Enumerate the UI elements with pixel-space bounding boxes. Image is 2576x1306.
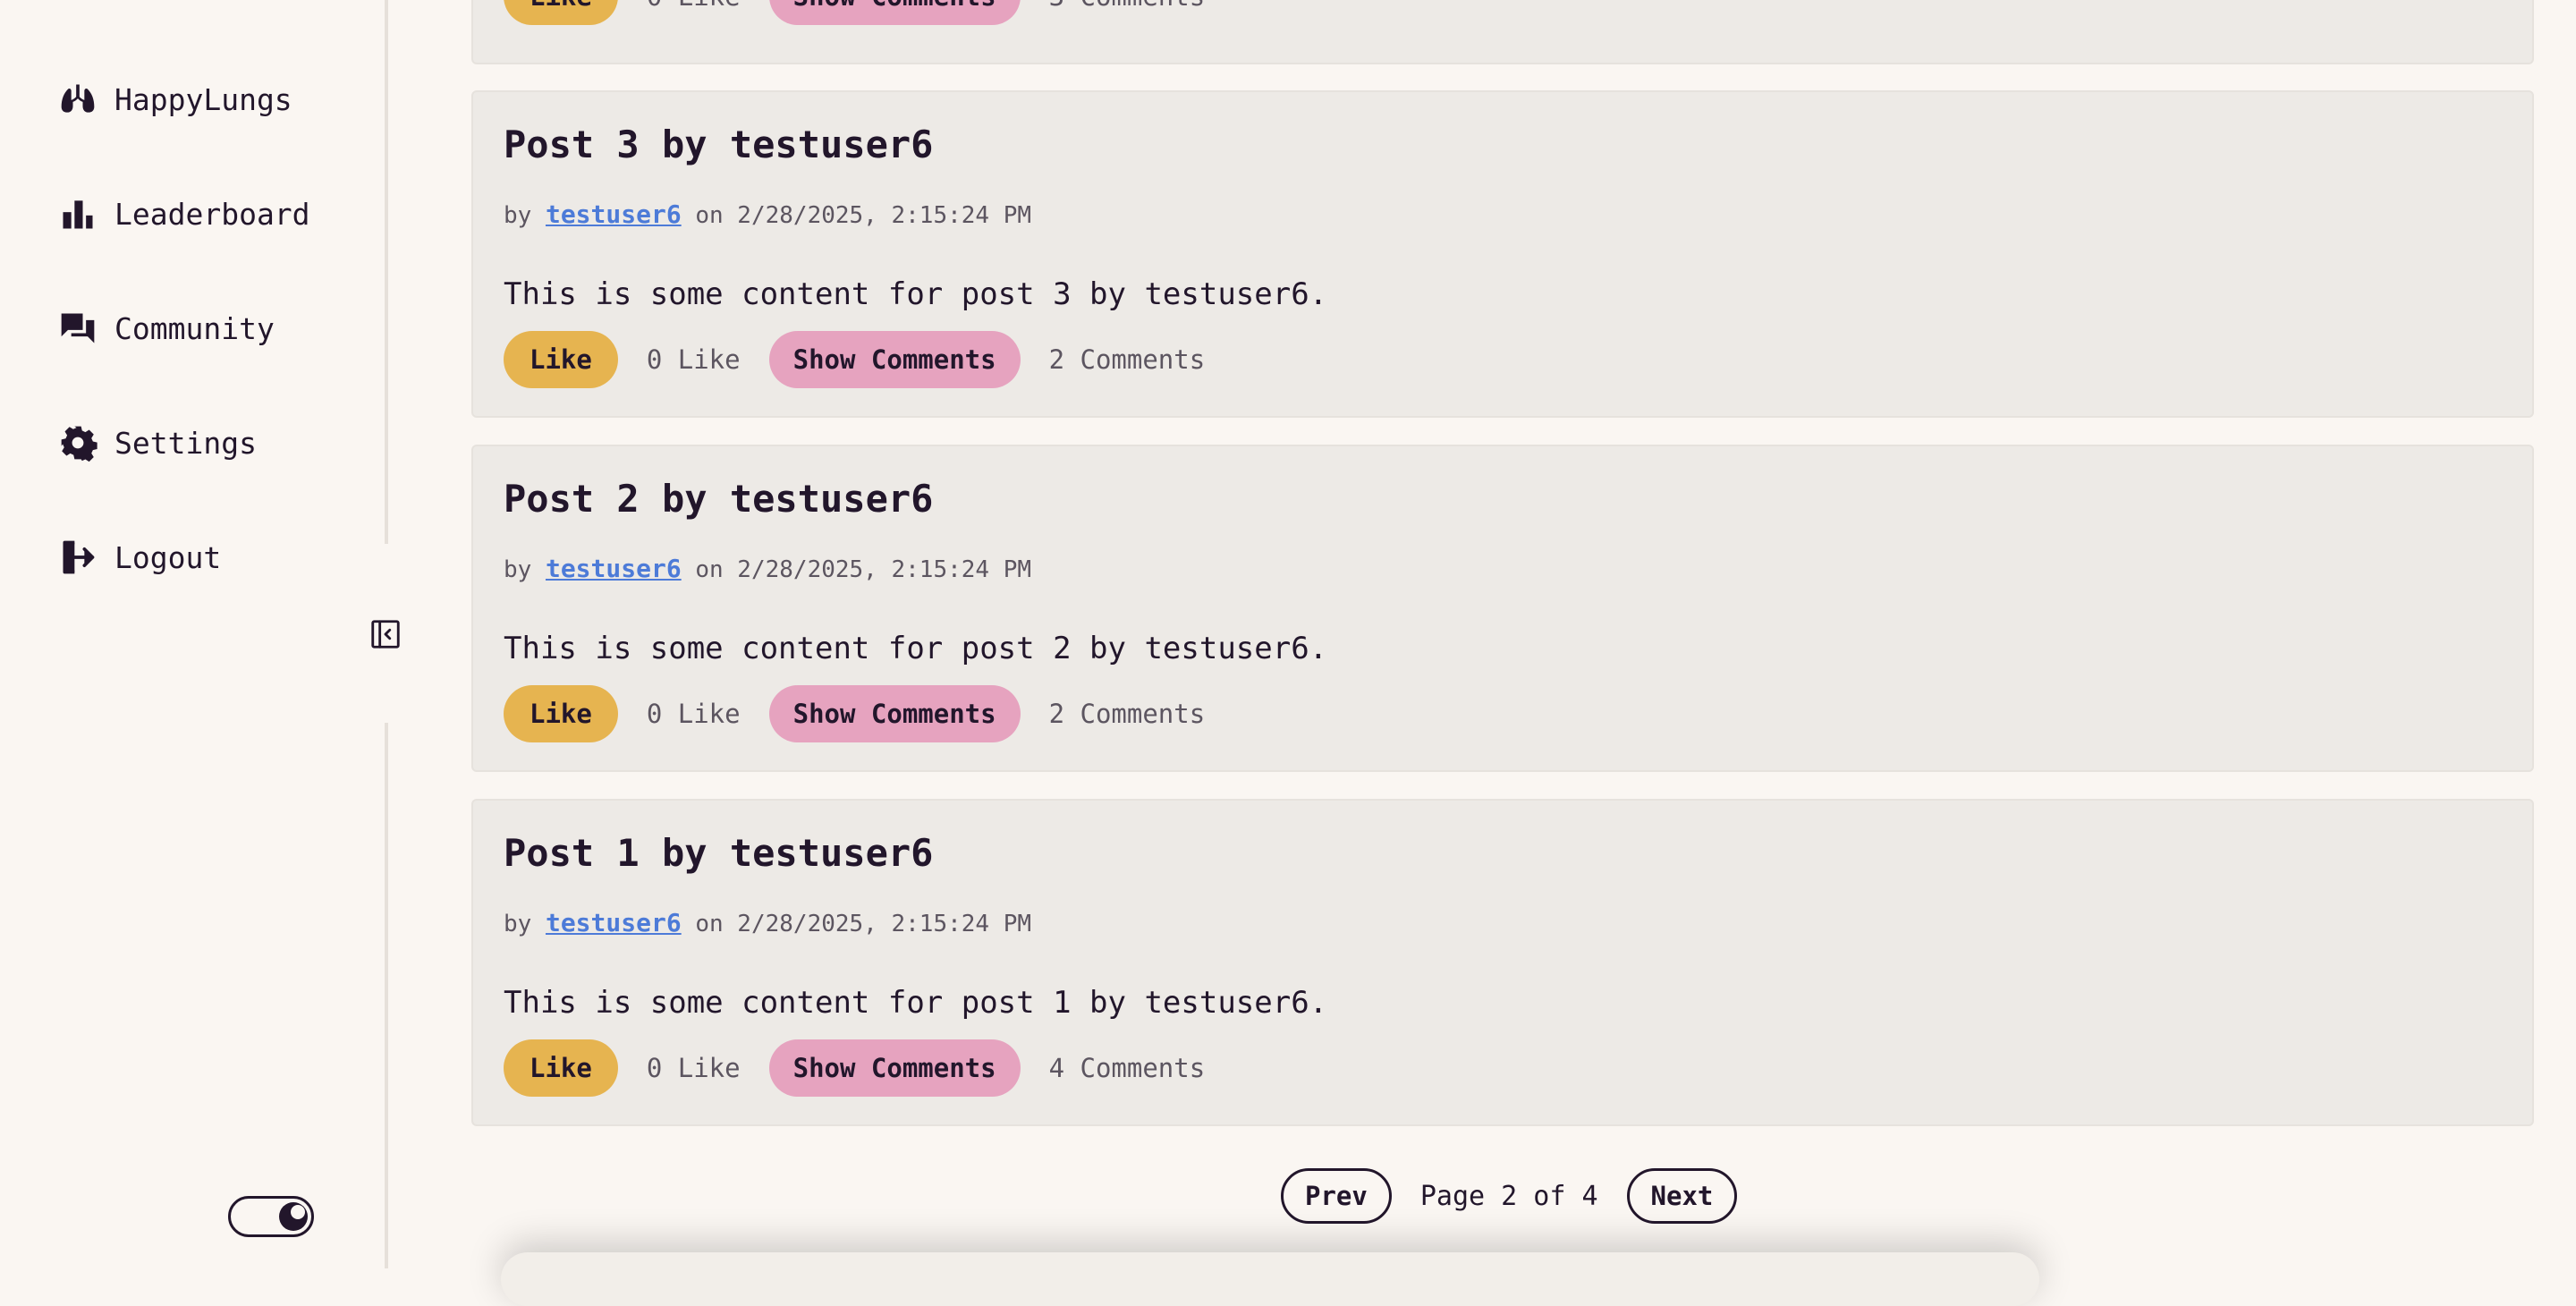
lungs-icon bbox=[57, 79, 98, 120]
sidebar-item-label: Logout bbox=[114, 539, 222, 575]
like-count: 0 Like bbox=[647, 0, 741, 12]
sidebar-item-label: HappyLungs bbox=[114, 81, 292, 117]
sidebar-item-leaderboard[interactable]: Leaderboard bbox=[57, 187, 310, 241]
sidebar-divider bbox=[385, 0, 388, 544]
post-card: Post 1 by testuser6 by testuser6 on 2/28… bbox=[471, 799, 2534, 1126]
comment-count: 3 Comments bbox=[1049, 0, 1206, 12]
author-link[interactable]: testuser6 bbox=[546, 554, 682, 583]
comment-count: 4 Comments bbox=[1048, 1053, 1206, 1083]
by-label: by bbox=[504, 202, 532, 229]
sidebar: HappyLungs Leaderboard Community Setting… bbox=[0, 0, 386, 1268]
show-comments-button[interactable]: Show Comments bbox=[768, 0, 1021, 25]
author-link[interactable]: testuser6 bbox=[546, 199, 682, 229]
post-card: Like 0 Like Show Comments 3 Comments bbox=[471, 0, 2534, 64]
post-content: This is some content for post 3 by testu… bbox=[504, 276, 1328, 312]
collapse-sidebar-icon bbox=[371, 620, 400, 649]
sidebar-item-community[interactable]: Community bbox=[57, 301, 275, 355]
sidebar-item-logout[interactable]: Logout bbox=[57, 530, 221, 584]
sidebar-item-label: Leaderboard bbox=[114, 196, 310, 232]
pagination: Prev Page 2 of 4 Next bbox=[1281, 1168, 1738, 1224]
like-count: 0 Like bbox=[646, 1053, 741, 1083]
post-date: on 2/28/2025, 2:15:24 PM bbox=[695, 556, 1032, 583]
post-actions: Like 0 Like Show Comments 2 Comments bbox=[504, 685, 1233, 742]
post-date: on 2/28/2025, 2:15:24 PM bbox=[695, 911, 1032, 937]
post-content: This is some content for post 2 by testu… bbox=[504, 631, 1328, 666]
post-meta: by testuser6 on 2/28/2025, 2:15:24 PM bbox=[504, 908, 1031, 937]
show-comments-button[interactable]: Show Comments bbox=[768, 685, 1021, 742]
like-button[interactable]: Like bbox=[504, 0, 618, 25]
post-actions: Like 0 Like Show Comments 2 Comments bbox=[504, 331, 1233, 388]
like-button[interactable]: Like bbox=[504, 331, 618, 388]
page-indicator: Page 2 of 4 bbox=[1419, 1180, 1598, 1212]
show-comments-button[interactable]: Show Comments bbox=[768, 331, 1021, 388]
like-button[interactable]: Like bbox=[504, 1039, 618, 1097]
chat-bubbles-icon bbox=[57, 308, 98, 349]
sidebar-divider bbox=[385, 723, 388, 1268]
post-actions: Like 0 Like Show Comments 3 Comments bbox=[504, 0, 1233, 25]
prev-page-button[interactable]: Prev bbox=[1281, 1168, 1392, 1224]
gear-icon bbox=[57, 422, 98, 463]
post-actions: Like 0 Like Show Comments 4 Comments bbox=[504, 1039, 1233, 1097]
post-title: Post 1 by testuser6 bbox=[504, 831, 934, 875]
comment-count: 2 Comments bbox=[1048, 344, 1206, 375]
post-title: Post 3 by testuser6 bbox=[504, 123, 934, 166]
sidebar-item-happylungs[interactable]: HappyLungs bbox=[57, 72, 292, 126]
show-comments-button[interactable]: Show Comments bbox=[768, 1039, 1021, 1097]
comment-count: 2 Comments bbox=[1048, 699, 1206, 729]
bottom-panel-edge bbox=[501, 1252, 2039, 1306]
bar-chart-icon bbox=[57, 193, 98, 234]
post-card: Post 3 by testuser6 by testuser6 on 2/28… bbox=[471, 90, 2534, 418]
post-meta: by testuser6 on 2/28/2025, 2:15:24 PM bbox=[504, 199, 1031, 229]
next-page-button[interactable]: Next bbox=[1626, 1168, 1738, 1224]
author-link[interactable]: testuser6 bbox=[546, 908, 682, 937]
sidebar-item-label: Settings bbox=[114, 425, 257, 461]
sidebar-item-label: Community bbox=[114, 310, 275, 346]
by-label: by bbox=[504, 911, 532, 937]
post-card: Post 2 by testuser6 by testuser6 on 2/28… bbox=[471, 445, 2534, 772]
like-button[interactable]: Like bbox=[504, 685, 618, 742]
post-title: Post 2 by testuser6 bbox=[504, 477, 934, 521]
sidebar-item-settings[interactable]: Settings bbox=[57, 416, 257, 470]
post-date: on 2/28/2025, 2:15:24 PM bbox=[695, 202, 1032, 229]
like-count: 0 Like bbox=[646, 699, 741, 729]
like-count: 0 Like bbox=[646, 344, 741, 375]
post-content: This is some content for post 1 by testu… bbox=[504, 985, 1328, 1021]
moon-icon bbox=[279, 1202, 308, 1231]
post-meta: by testuser6 on 2/28/2025, 2:15:24 PM bbox=[504, 554, 1031, 583]
logout-icon bbox=[57, 537, 98, 578]
by-label: by bbox=[504, 556, 532, 583]
theme-toggle[interactable] bbox=[228, 1196, 314, 1237]
collapse-sidebar-button[interactable] bbox=[369, 617, 402, 651]
